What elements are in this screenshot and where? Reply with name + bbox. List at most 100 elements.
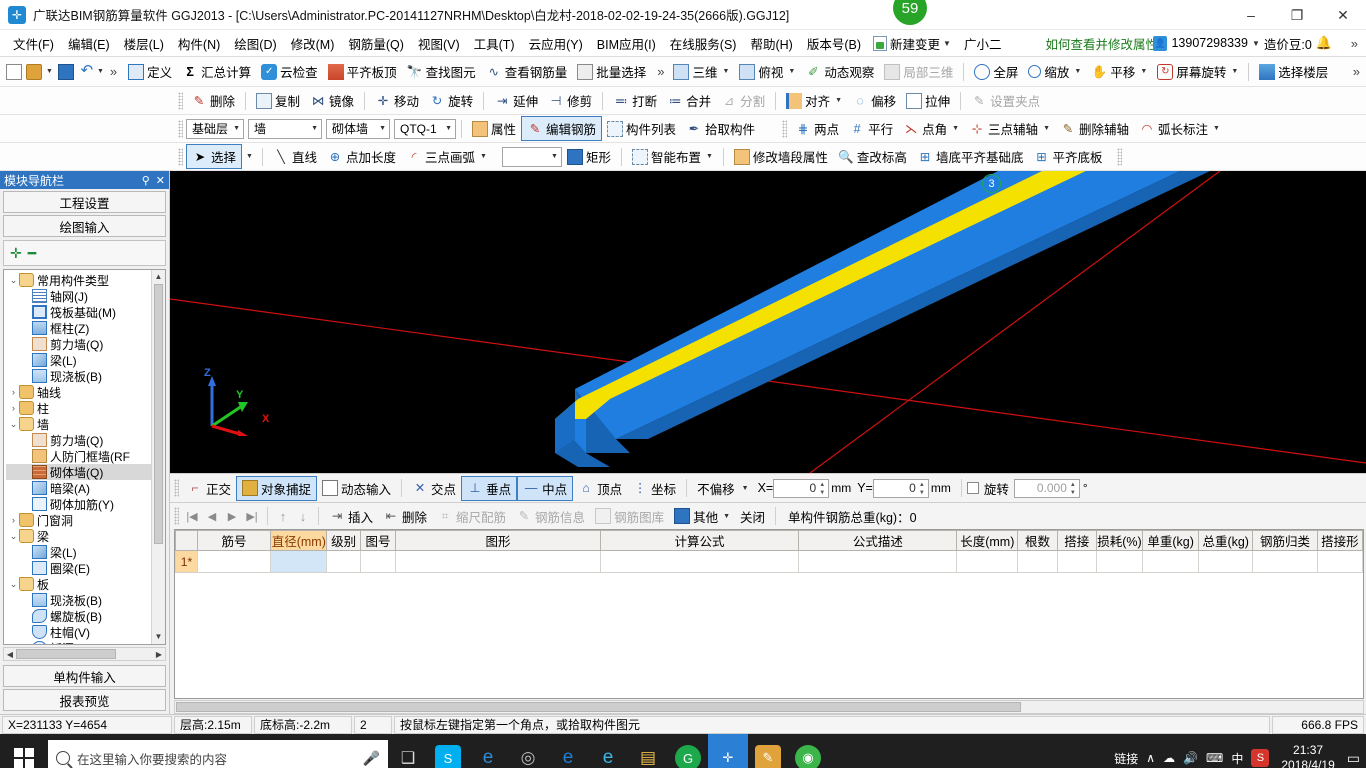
close-icon[interactable]: ✕ [156,174,165,187]
pin-icon[interactable]: ⚲ [142,174,150,187]
drawing-input-button[interactable]: 绘图输入 [3,215,166,237]
menu-help[interactable]: 帮助(H) [743,31,799,56]
row-number-cell[interactable]: 1* [175,550,198,573]
snap-perpendicular[interactable]: ⊥ 垂点 [461,475,518,501]
table-cell[interactable] [1316,550,1363,573]
taskbar-app-cortana[interactable]: ◎ [508,734,548,768]
close-panel-button[interactable]: 关闭 [735,505,770,528]
tree-item-暗梁a[interactable]: 暗梁(A) [6,480,151,496]
y-spinner[interactable]: ▲ ▼ [917,481,927,498]
tray-sogou-icon[interactable]: S [1251,749,1270,767]
tree-item-墙[interactable]: ⌄ 墙 [6,416,151,432]
tree-collapse-icon[interactable]: ⌄ [8,531,19,542]
align-slab-top-button[interactable]: 平齐板顶 [323,60,402,83]
coin-label[interactable]: 造价豆:0 [1264,34,1312,53]
chevron-down-icon[interactable]: ▼ [1231,68,1238,75]
set-grip-button[interactable]: ✎ 设置夹点 [966,89,1045,112]
select-floor-button[interactable]: 选择楼层 [1254,60,1333,83]
chevron-down-icon[interactable]: ▼ [723,513,730,520]
toolbar-grip[interactable] [178,147,183,166]
snap-midpoint[interactable]: — 中点 [517,475,574,501]
align-bottom-slab-button[interactable]: ⊞ 平齐底板 [1028,145,1107,168]
check-elevation-button[interactable]: 🔍 查改标高 [833,145,912,168]
table-cell[interactable] [326,550,361,573]
undo-icon[interactable]: ↶ [79,63,95,80]
tree-item-剪力墙q[interactable]: 剪力墙(Q) [6,336,151,352]
column-header-计算公式[interactable]: 计算公式 [599,530,800,551]
ortho-toggle[interactable]: ⌐ 正交 [182,477,236,500]
start-button[interactable] [0,734,48,768]
rotate-spinner[interactable]: ▲ ▼ [1068,481,1078,498]
menu-edit[interactable]: 编辑(E) [61,31,117,56]
tree-item-柱帽v[interactable]: 柱帽(V) [6,624,151,640]
taskbar-app-glodon[interactable]: G [668,734,708,768]
wall-name-select[interactable]: QTQ-1 ▼ [394,118,456,139]
tree-item-螺旋板b[interactable]: 螺旋板(B) [6,608,151,624]
three-point-arc-button[interactable]: ◜ 三点画弧 ▼ [401,145,492,168]
pick-component-button[interactable]: ✒ 拾取构件 [681,117,760,140]
merge-button[interactable]: ≔ 合并 [662,89,716,112]
taskbar-clock[interactable]: 21:37 2018/4/19 [1277,743,1338,768]
three-point-axis-button[interactable]: ⊹ 三点辅轴 ▼ [964,117,1055,140]
remove-component-icon[interactable]: ━ [28,245,36,262]
chevron-down-icon[interactable]: ▼ [1043,125,1050,132]
grid-axis-node[interactable]: 3 [982,174,1001,193]
tree-collapse-icon[interactable]: ⌄ [8,419,19,430]
tray-cloud-icon[interactable]: ☁ [1163,751,1175,765]
toolbar-grip[interactable] [178,119,183,138]
rebar-horizontal-scrollbar[interactable] [174,700,1364,714]
undo-dropdown-icon[interactable]: ▼ [97,68,104,75]
wall-type-select[interactable]: 砌体墙 ▼ [326,118,390,139]
task-view-button[interactable]: ❑ [388,734,428,768]
table-cell[interactable] [798,550,958,573]
taskbar-app-explorer[interactable]: ▤ [628,734,668,768]
point-angle-button[interactable]: ⋋ 点角 ▼ [898,117,964,140]
find-element-button[interactable]: 🔭 查找图元 [402,60,481,83]
toolbar-grip[interactable] [174,479,179,497]
scroll-up-icon[interactable]: ▲ [152,270,165,284]
table-cell[interactable] [359,550,397,573]
tree-item-圈梁e[interactable]: 圈梁(E) [6,560,151,576]
column-header-公式描述[interactable]: 公式描述 [798,530,958,551]
extend-button[interactable]: ⇥ 延伸 [489,89,543,112]
rebar-library-button[interactable]: 钢筋图库 [590,505,669,528]
delete-row-button[interactable]: ⇤ 删除 [378,505,432,528]
close-button[interactable]: ✕ [1320,0,1366,30]
save-file-icon[interactable] [57,63,74,80]
menu-file[interactable]: 文件(F) [6,31,61,56]
snap-intersection[interactable]: ✕ 交点 [407,477,461,500]
tray-volume-icon[interactable]: 🔊 [1183,751,1198,765]
add-component-icon[interactable]: ✛ [10,245,22,262]
chevron-down-icon[interactable]: ▼ [1213,125,1220,132]
tray-link-label[interactable]: 链接 [1114,750,1138,767]
toolbar-grip[interactable] [1117,147,1123,166]
report-preview-button[interactable]: 报表预览 [3,689,166,711]
copy-button[interactable]: 复制 [251,89,305,112]
open-file-dropdown-icon[interactable]: ▼ [46,68,53,75]
next-row-icon[interactable]: ▶ [222,510,242,523]
column-header-搭接[interactable]: 搭接 [1056,530,1097,551]
offset-button[interactable]: ◌ 偏移 [847,89,901,112]
menu-view[interactable]: 视图(V) [411,31,467,56]
move-button[interactable]: ✛ 移动 [370,89,424,112]
table-cell[interactable] [599,550,800,573]
batch-select-button[interactable]: 批量选择 [572,60,651,83]
account-phone[interactable]: 13907298339 [1171,36,1247,50]
dynamic-observe-button[interactable]: ✐ 动态观察 [800,60,879,83]
chevron-down-icon[interactable]: ▼ [952,125,959,132]
toolbar-overflow-right-icon[interactable]: » [1353,64,1360,79]
tree-item-人防门框墙rf[interactable]: 人防门框墙(RF [6,448,151,464]
x-offset-input[interactable]: 0 ▲ ▼ [773,478,830,498]
arc-dim-button[interactable]: ◠ 弧长标注 ▼ [1134,117,1225,140]
zoom-button[interactable]: 缩放 ▼ [1023,60,1086,83]
taskbar-app-notes[interactable]: ✎ [748,734,788,768]
split-button[interactable]: ⊿ 分割 [716,89,770,112]
tree-item-现浇板b[interactable]: 现浇板(B) [6,368,151,384]
column-header-总重(kg)[interactable]: 总重(kg) [1198,530,1254,551]
summary-calc-button[interactable]: Σ 汇总计算 [177,60,256,83]
offset-mode-select[interactable]: 不偏移 ▼ [692,477,753,500]
edit-wall-segment-button[interactable]: 修改墙段属性 [729,145,833,168]
tree-item-门窗洞[interactable]: › 门窗洞 [6,512,151,528]
new-change-button[interactable]: 新建变更 ▼ [868,32,956,55]
tree-vertical-scrollbar[interactable]: ▲ ▼ [151,270,165,644]
